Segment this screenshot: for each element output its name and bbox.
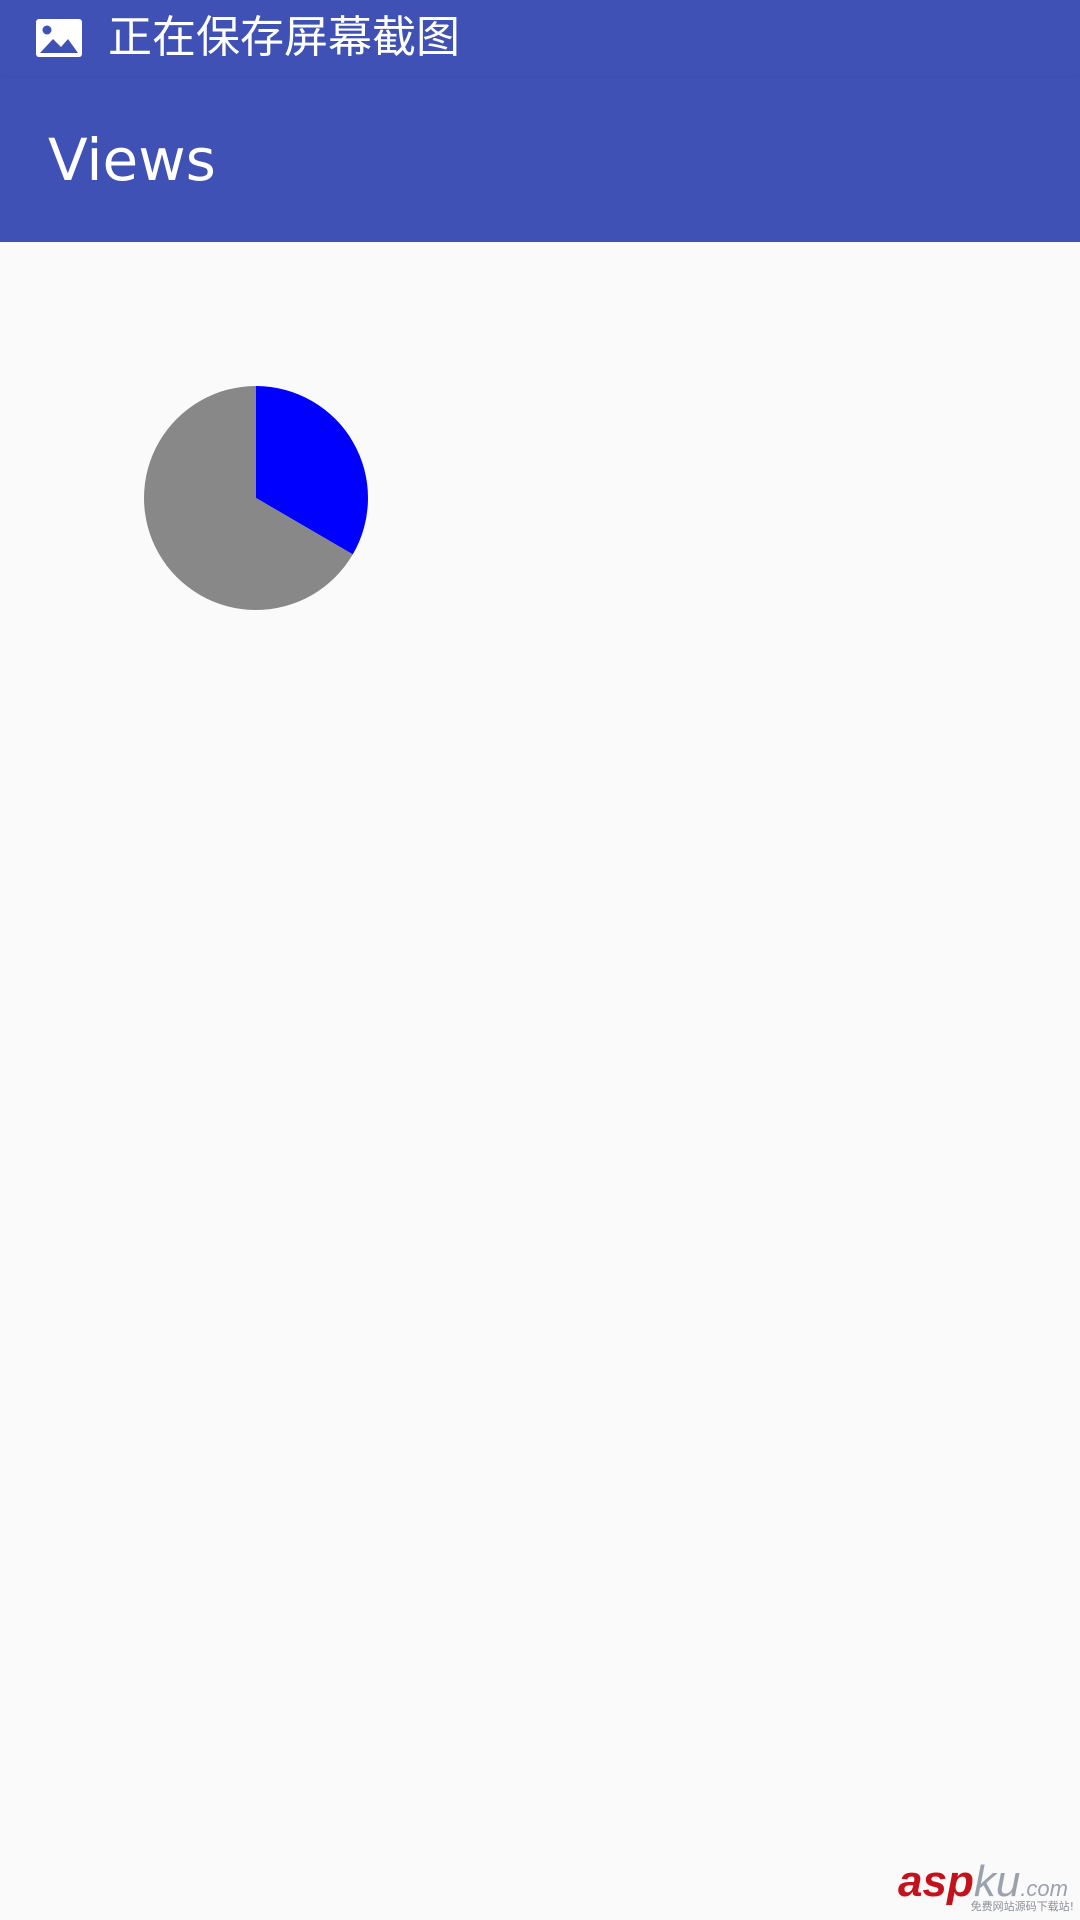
- content-area: [0, 242, 1080, 1920]
- watermark-ku: ku: [973, 1857, 1021, 1906]
- image-icon: [36, 19, 82, 57]
- watermark-asp: asp: [898, 1857, 974, 1906]
- watermark-logo: aspku.com 免费网站源码下载站!: [898, 1858, 1074, 1914]
- page-title: Views: [48, 126, 216, 194]
- status-notification-text: 正在保存屏幕截图: [108, 12, 460, 63]
- app-bar: Views: [0, 78, 1080, 242]
- watermark-dotcom: .com: [1020, 1876, 1068, 1901]
- watermark-subtitle: 免费网站源码下载站!: [970, 1900, 1074, 1913]
- pie-chart: [144, 386, 368, 610]
- status-bar: 正在保存屏幕截图: [0, 0, 1080, 78]
